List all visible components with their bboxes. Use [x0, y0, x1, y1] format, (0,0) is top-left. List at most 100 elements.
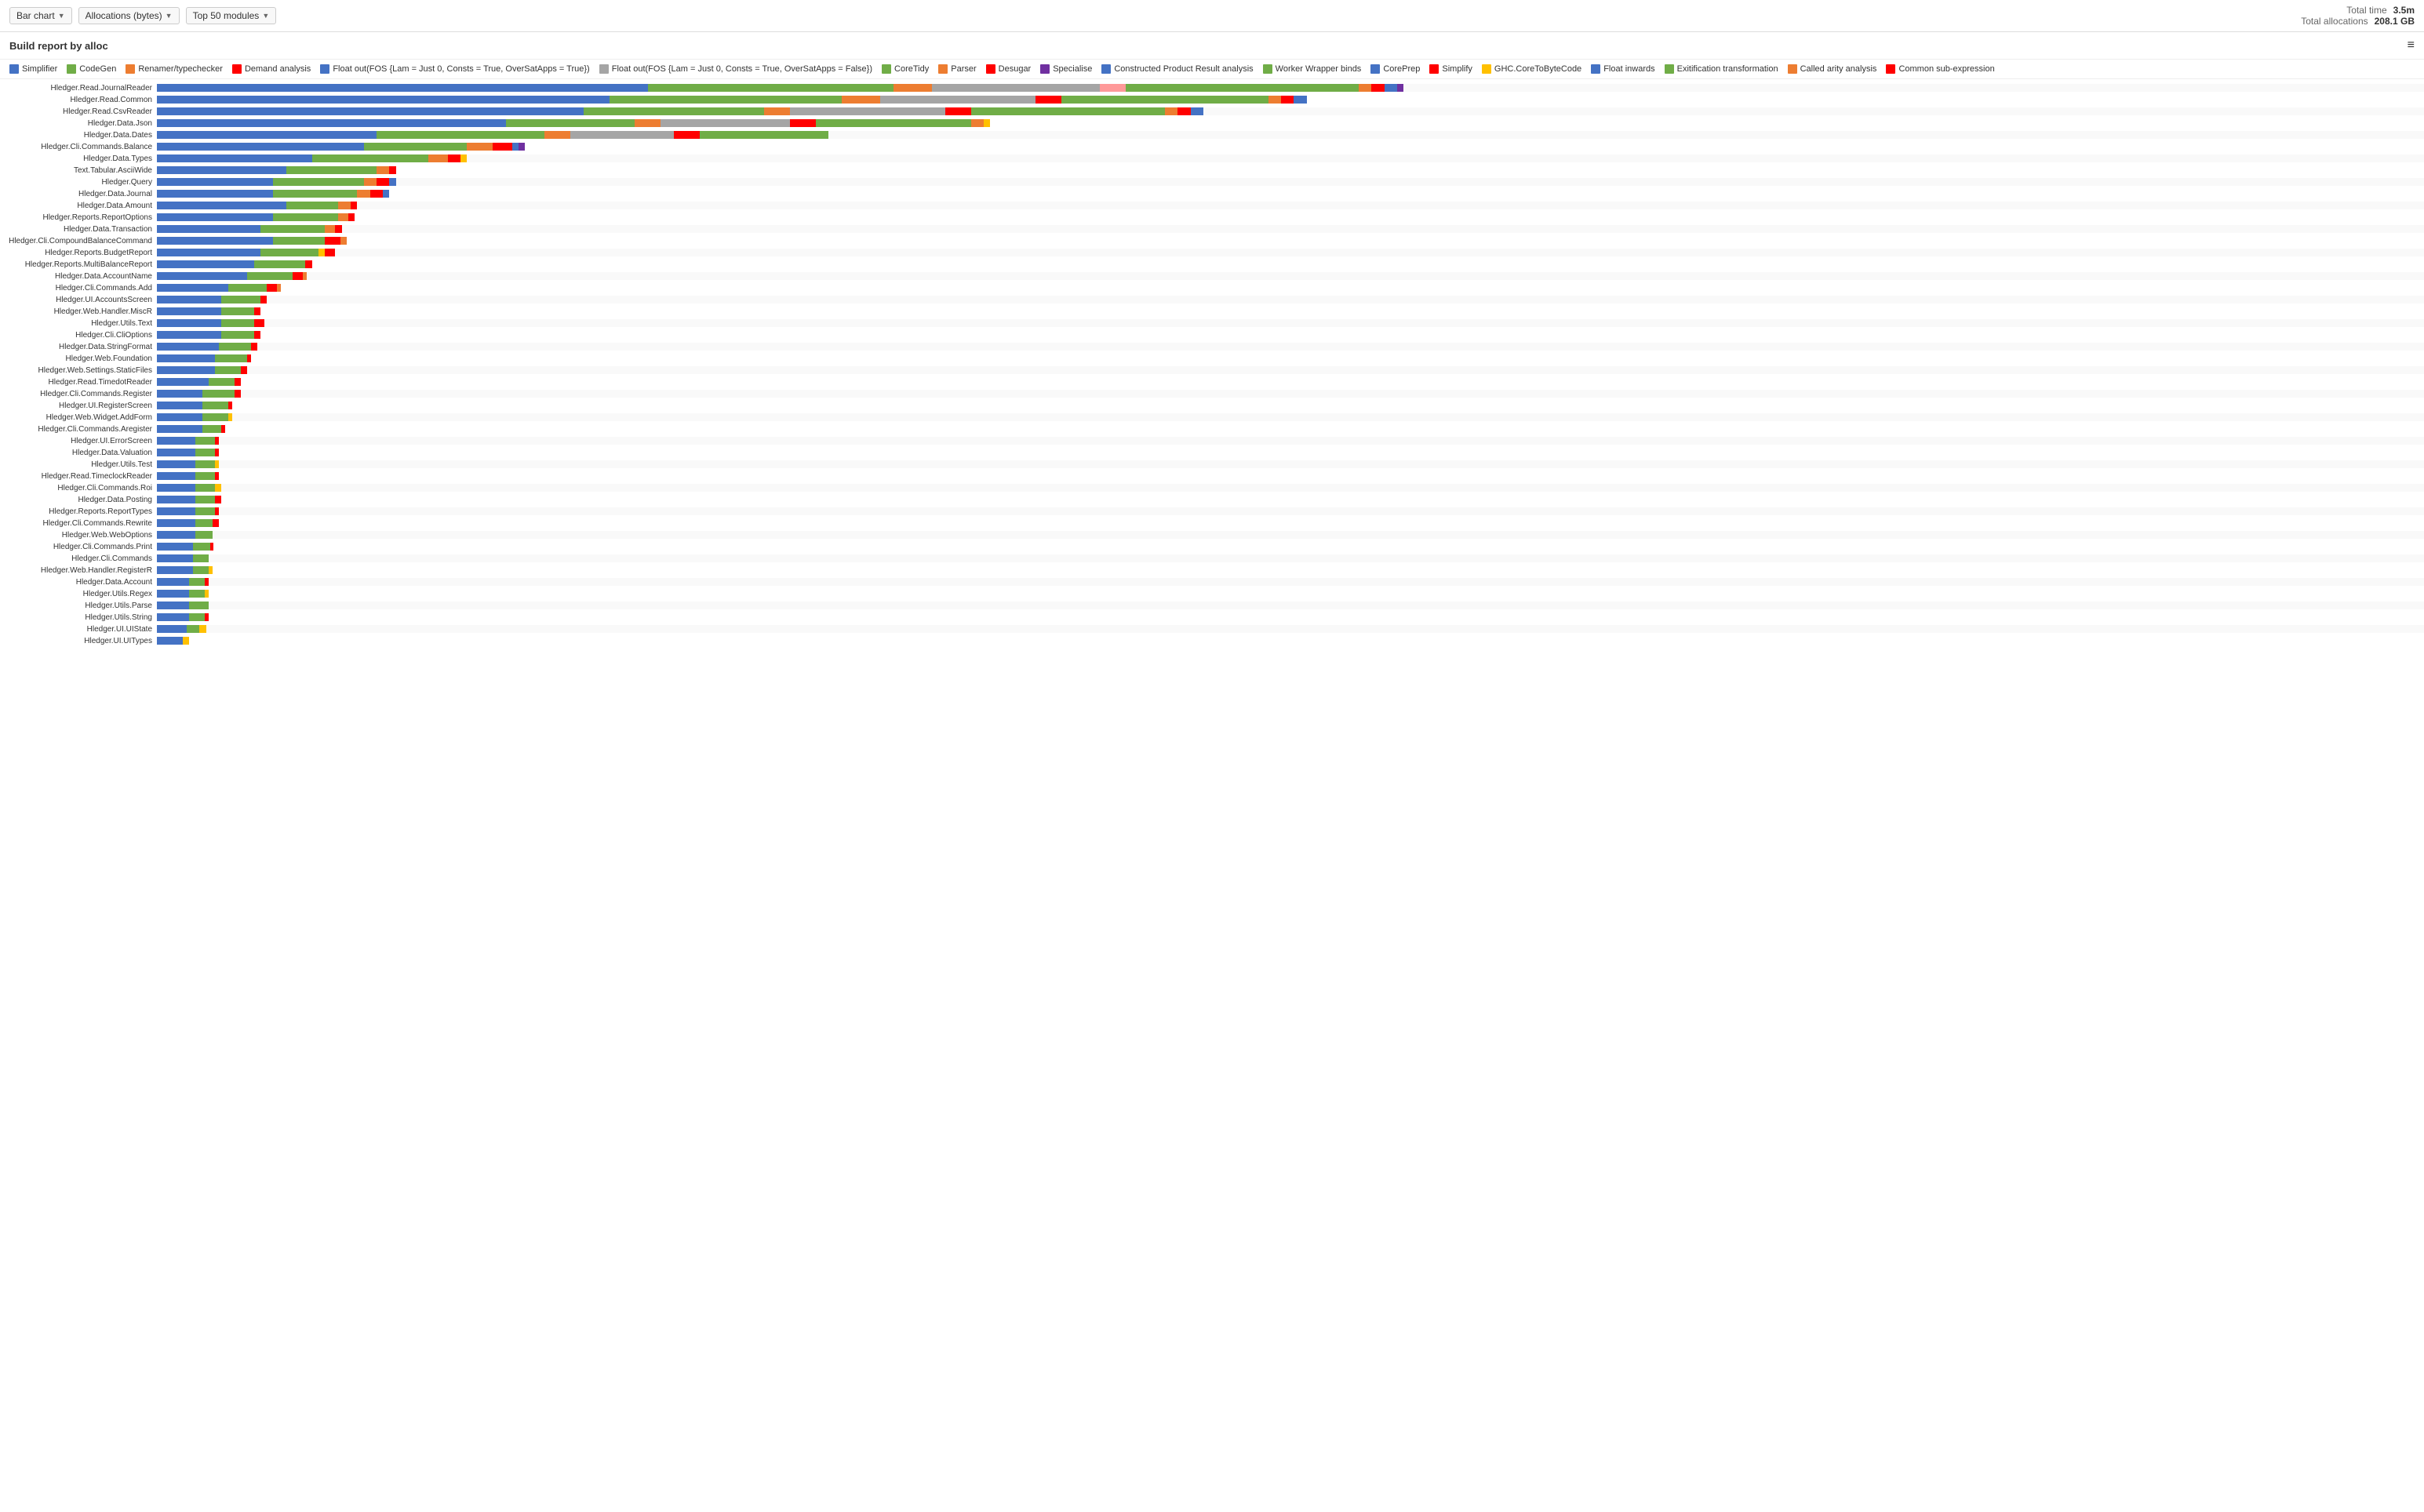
- bar-segment[interactable]: [221, 425, 225, 433]
- bar-segment[interactable]: [157, 166, 286, 174]
- bar-segment[interactable]: [157, 190, 273, 198]
- bar-segment[interactable]: [293, 272, 303, 280]
- bar-segment[interactable]: [351, 202, 357, 209]
- bar-segment[interactable]: [312, 154, 428, 162]
- bar-segment[interactable]: [157, 625, 187, 633]
- bar-segment[interactable]: [202, 425, 222, 433]
- bar-segment[interactable]: [157, 354, 215, 362]
- bar-segment[interactable]: [215, 449, 219, 456]
- bar-segment[interactable]: [228, 402, 232, 409]
- bar-segment[interactable]: [894, 84, 932, 92]
- bar-segment[interactable]: [183, 637, 189, 645]
- bar-segment[interactable]: [157, 143, 364, 151]
- bar-segment[interactable]: [157, 213, 273, 221]
- bar-segment[interactable]: [157, 425, 202, 433]
- bar-segment[interactable]: [219, 343, 251, 351]
- bar-segment[interactable]: [389, 166, 395, 174]
- bar-segment[interactable]: [984, 119, 990, 127]
- bar-segment[interactable]: [338, 213, 348, 221]
- bar-segment[interactable]: [228, 413, 232, 421]
- bar-segment[interactable]: [215, 354, 247, 362]
- bar-segment[interactable]: [277, 284, 281, 292]
- bar-segment[interactable]: [157, 507, 195, 515]
- bar-segment[interactable]: [570, 131, 674, 139]
- bar-segment[interactable]: [273, 237, 325, 245]
- bar-segment[interactable]: [241, 366, 247, 374]
- bar-segment[interactable]: [157, 578, 189, 586]
- bar-segment[interactable]: [157, 566, 193, 574]
- bar-segment[interactable]: [202, 390, 235, 398]
- bar-segment[interactable]: [460, 154, 467, 162]
- bar-segment[interactable]: [157, 131, 377, 139]
- bar-segment[interactable]: [338, 202, 351, 209]
- bar-segment[interactable]: [260, 225, 325, 233]
- bar-segment[interactable]: [195, 472, 215, 480]
- bar-segment[interactable]: [157, 602, 189, 609]
- bar-segment[interactable]: [286, 166, 377, 174]
- chart-type-dropdown[interactable]: Bar chart ▼: [9, 7, 72, 24]
- bar-segment[interactable]: [157, 472, 195, 480]
- bar-segment[interactable]: [377, 131, 544, 139]
- bar-segment[interactable]: [215, 507, 219, 515]
- bar-segment[interactable]: [157, 484, 195, 492]
- bar-segment[interactable]: [700, 131, 829, 139]
- bar-segment[interactable]: [880, 96, 1035, 104]
- bar-segment[interactable]: [195, 531, 212, 539]
- bar-segment[interactable]: [157, 613, 189, 621]
- bar-segment[interactable]: [157, 402, 202, 409]
- bar-segment[interactable]: [932, 84, 1100, 92]
- bar-segment[interactable]: [157, 637, 183, 645]
- bar-segment[interactable]: [157, 519, 195, 527]
- bar-segment[interactable]: [157, 590, 189, 598]
- bar-segment[interactable]: [1100, 84, 1126, 92]
- bar-segment[interactable]: [157, 202, 286, 209]
- bar-segment[interactable]: [764, 107, 790, 115]
- bar-segment[interactable]: [1371, 84, 1384, 92]
- bar-segment[interactable]: [1035, 96, 1061, 104]
- bar-segment[interactable]: [251, 343, 257, 351]
- bar-segment[interactable]: [370, 190, 383, 198]
- bar-segment[interactable]: [199, 625, 206, 633]
- bar-segment[interactable]: [215, 472, 219, 480]
- bar-segment[interactable]: [187, 625, 199, 633]
- bar-segment[interactable]: [1281, 96, 1294, 104]
- bar-segment[interactable]: [1191, 107, 1203, 115]
- bar-segment[interactable]: [254, 319, 264, 327]
- bar-segment[interactable]: [318, 249, 325, 256]
- bar-segment[interactable]: [247, 354, 251, 362]
- bar-segment[interactable]: [286, 202, 338, 209]
- bar-segment[interactable]: [215, 496, 221, 503]
- bar-segment[interactable]: [273, 178, 363, 186]
- bar-segment[interactable]: [205, 613, 209, 621]
- bar-segment[interactable]: [195, 460, 215, 468]
- bar-segment[interactable]: [493, 143, 512, 151]
- bar-segment[interactable]: [325, 237, 340, 245]
- bar-segment[interactable]: [303, 272, 307, 280]
- bar-segment[interactable]: [377, 178, 389, 186]
- bar-segment[interactable]: [945, 107, 971, 115]
- bar-segment[interactable]: [635, 119, 661, 127]
- bar-segment[interactable]: [157, 531, 195, 539]
- bar-segment[interactable]: [157, 319, 221, 327]
- bar-segment[interactable]: [1061, 96, 1268, 104]
- bar-segment[interactable]: [1268, 96, 1281, 104]
- bar-segment[interactable]: [383, 190, 389, 198]
- metric-dropdown[interactable]: Allocations (bytes) ▼: [78, 7, 180, 24]
- bar-segment[interactable]: [195, 449, 215, 456]
- bar-segment[interactable]: [157, 225, 260, 233]
- bar-segment[interactable]: [157, 496, 195, 503]
- bar-segment[interactable]: [971, 119, 984, 127]
- bar-segment[interactable]: [512, 143, 519, 151]
- bar-segment[interactable]: [1126, 84, 1358, 92]
- menu-icon[interactable]: ≡: [2408, 38, 2415, 53]
- bar-segment[interactable]: [254, 260, 306, 268]
- bar-segment[interactable]: [189, 602, 205, 609]
- bar-segment[interactable]: [1385, 84, 1397, 92]
- bar-segment[interactable]: [157, 96, 610, 104]
- bar-segment[interactable]: [195, 496, 215, 503]
- bar-segment[interactable]: [157, 437, 195, 445]
- bar-segment[interactable]: [584, 107, 765, 115]
- bar-segment[interactable]: [215, 366, 241, 374]
- bar-segment[interactable]: [971, 107, 1165, 115]
- bar-segment[interactable]: [1397, 84, 1403, 92]
